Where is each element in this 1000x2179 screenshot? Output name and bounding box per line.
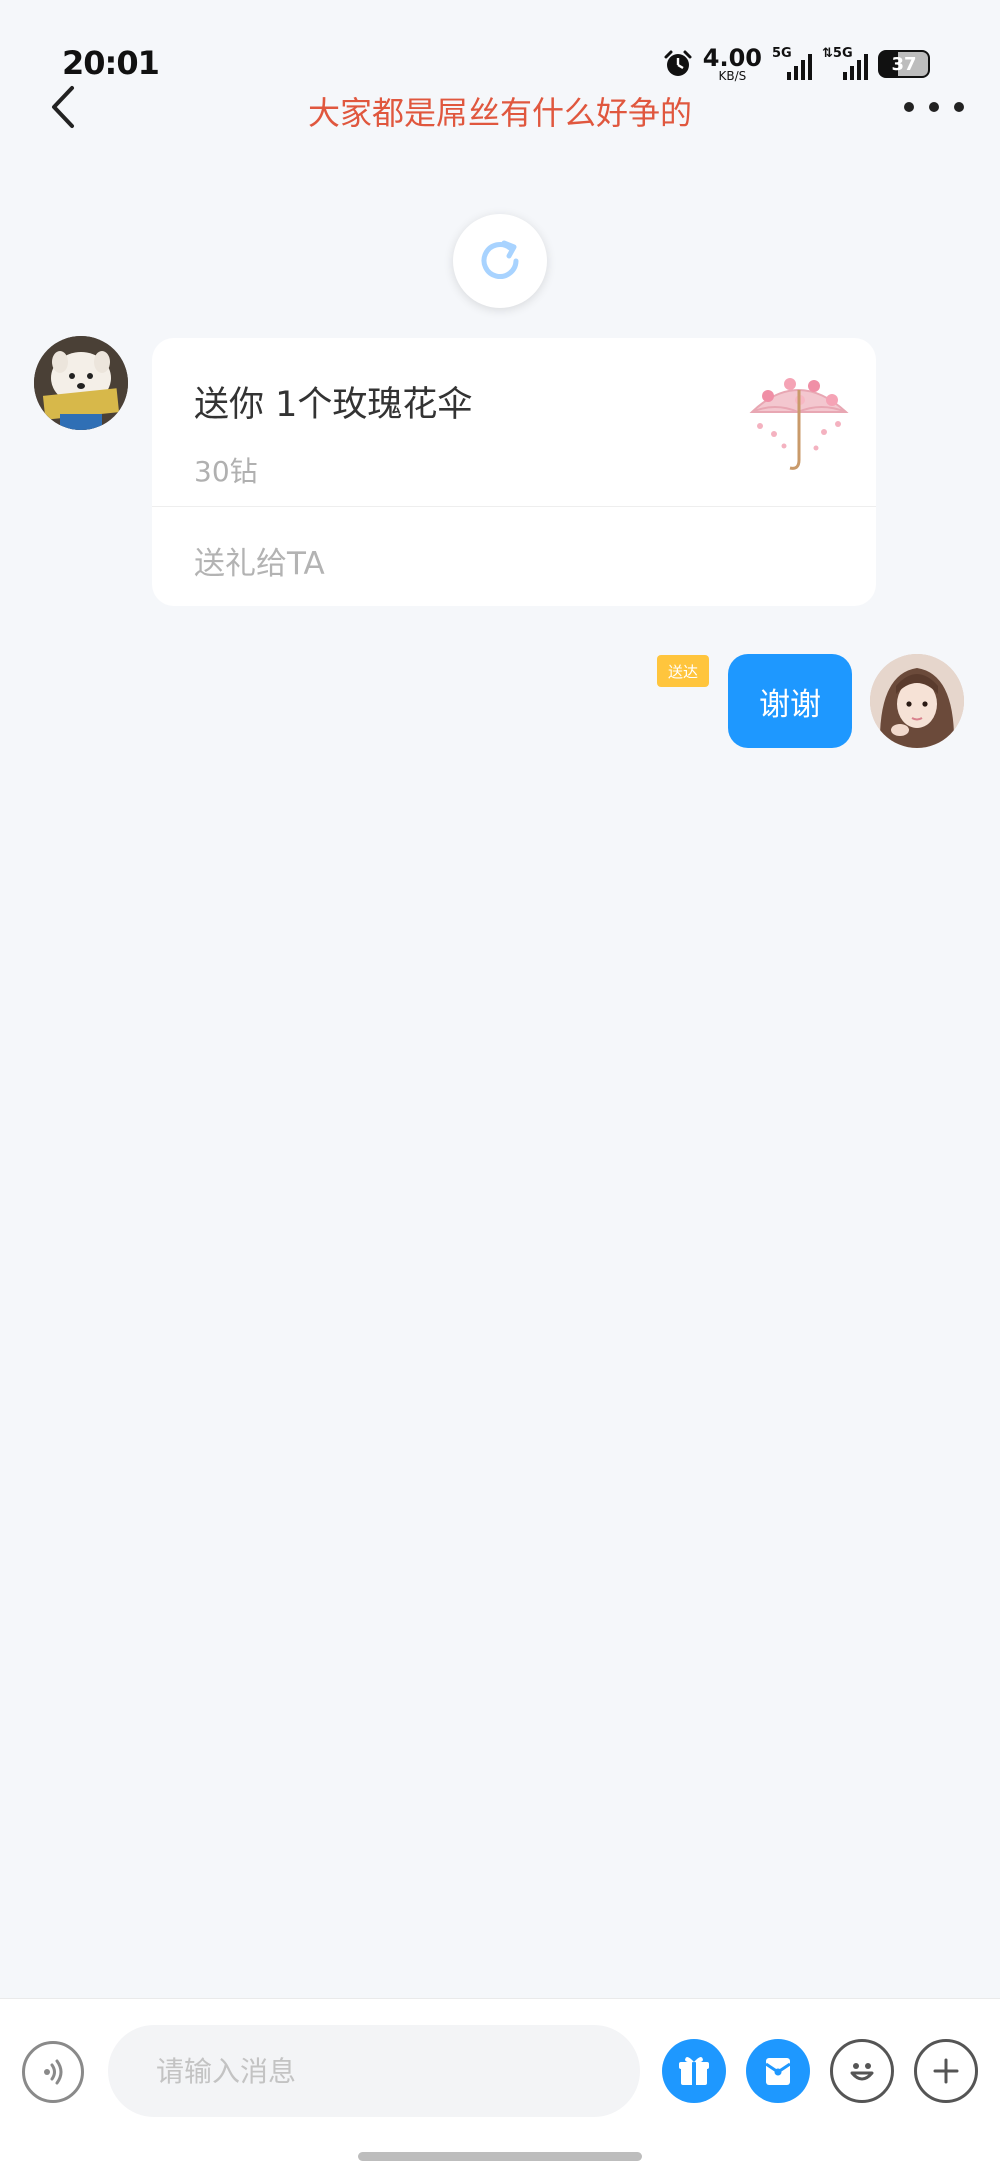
plus-icon — [933, 2058, 959, 2084]
outgoing-message-bubble[interactable]: 谢谢 — [728, 654, 852, 748]
voice-button[interactable] — [22, 2041, 84, 2103]
refresh-icon — [481, 240, 519, 279]
battery-icon: 37 — [878, 50, 930, 78]
rose-umbrella-icon — [749, 378, 849, 470]
refresh-button[interactable] — [453, 214, 547, 308]
more-options-button[interactable] — [904, 92, 964, 122]
contact-avatar[interactable] — [34, 336, 128, 430]
signal-sim1-icon: 5G — [772, 46, 812, 80]
battery-level: 37 — [891, 53, 917, 75]
message-input[interactable] — [108, 2025, 640, 2117]
network-speed: 4.00 KB/S — [703, 46, 762, 82]
dog-avatar-image — [34, 336, 128, 430]
home-indicator[interactable] — [358, 2152, 642, 2161]
alarm-icon — [664, 50, 692, 76]
chat-title: 大家都是屌丝有什么好争的 — [307, 94, 692, 132]
emoji-button[interactable] — [830, 2039, 894, 2103]
send-gift-link[interactable]: 送礼给TA — [194, 538, 325, 583]
red-packet-button[interactable] — [746, 2039, 810, 2103]
signal-sim2-icon: ⇅5G — [822, 46, 868, 80]
gift-message-card[interactable]: 送你 1个玫瑰花伞 30钻 送礼给TA — [152, 338, 876, 606]
more-actions-button[interactable] — [914, 2039, 978, 2103]
gift-button[interactable] — [662, 2039, 726, 2103]
user-avatar-image — [870, 654, 964, 748]
network-speed-unit: KB/S — [718, 69, 747, 83]
emoji-icon — [850, 2063, 874, 2081]
my-avatar[interactable] — [870, 654, 964, 748]
delivered-badge: 送达 — [657, 655, 709, 687]
status-bar: 20:01 4.00 KB/S 5G ⇅5G 37 — [0, 0, 1000, 90]
network-speed-value: 4.00 — [702, 44, 762, 72]
status-time: 20:01 — [62, 44, 160, 82]
more-dots-icon — [904, 102, 914, 112]
red-packet-icon — [765, 2058, 791, 2085]
gift-card-divider — [152, 506, 876, 507]
gift-icon — [679, 2056, 709, 2085]
voice-icon — [44, 2059, 63, 2085]
status-indicators: 4.00 KB/S 5G ⇅5G 37 — [663, 46, 930, 82]
gift-price: 30钻 — [194, 455, 258, 488]
gift-text: 送你 1个玫瑰花伞 — [194, 385, 473, 425]
